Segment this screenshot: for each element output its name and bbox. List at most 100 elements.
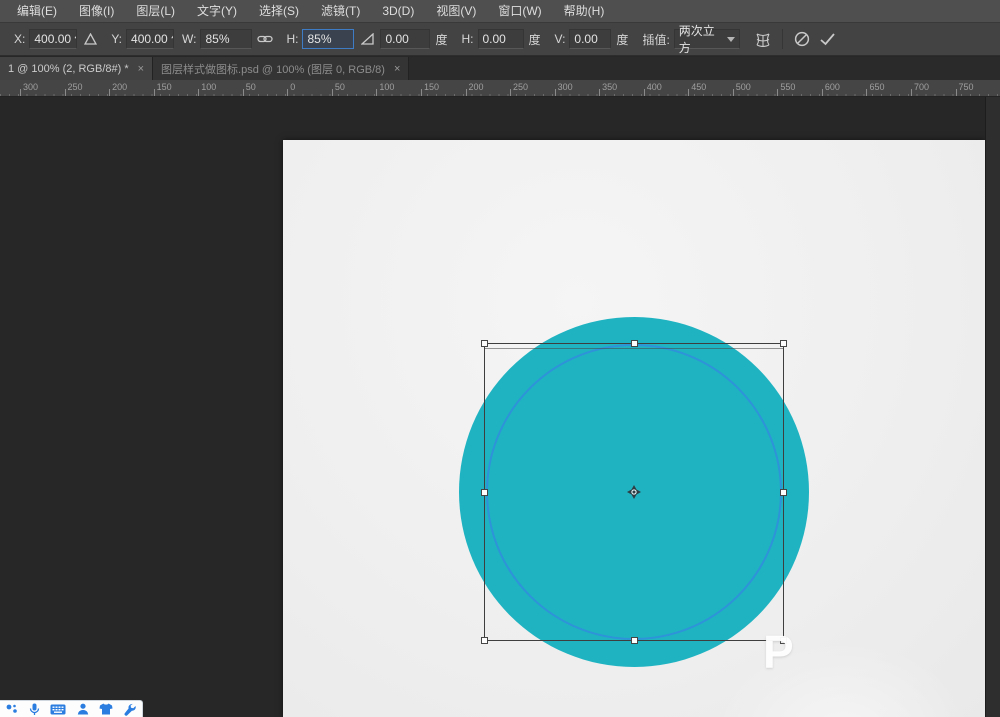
- ruler-label: 300: [558, 82, 573, 92]
- commit-transform-button[interactable]: [817, 28, 839, 50]
- ruler-major-tick: [688, 89, 689, 96]
- ruler-major-tick: [644, 89, 645, 96]
- ruler-major-tick: [599, 89, 600, 96]
- transform-handle-top-right[interactable]: [780, 340, 787, 347]
- menu-item-3d[interactable]: 3D(D): [371, 0, 425, 22]
- menu-item-filter[interactable]: 滤镜(T): [310, 0, 371, 22]
- ruler-major-tick: [466, 89, 467, 96]
- width-label: W:: [182, 32, 196, 46]
- ruler-major-tick: [911, 89, 912, 96]
- ruler-label: 50: [246, 82, 256, 92]
- ruler-label: 100: [379, 82, 394, 92]
- ime-toolbar: [0, 700, 143, 717]
- ruler-major-tick: [421, 89, 422, 96]
- menu-item-image[interactable]: 图像(I): [68, 0, 125, 22]
- chain-link-icon: [257, 34, 273, 44]
- ruler-label: 650: [869, 82, 884, 92]
- menu-item-layer[interactable]: 图层(L): [125, 0, 186, 22]
- y-label: Y:: [111, 32, 122, 46]
- wrench-settings-icon[interactable]: [124, 703, 136, 716]
- v-skew-unit: 度: [616, 31, 628, 48]
- watermark-blob: [713, 640, 973, 717]
- cancel-transform-button[interactable]: [791, 28, 813, 50]
- document-tab-title: 图层样式做图标.psd @ 100% (图层 0, RGB/8): [161, 61, 385, 77]
- x-label: X:: [14, 32, 25, 46]
- ruler-major-tick: [332, 89, 333, 96]
- document-tab-active[interactable]: 1 @ 100% (2, RGB/8#) * ×: [0, 57, 153, 80]
- link-aspect-ratio-button[interactable]: [254, 28, 276, 50]
- ruler-label: 300: [23, 82, 38, 92]
- ruler-label: 350: [602, 82, 617, 92]
- y-position-field[interactable]: 400.00 像素: [126, 29, 174, 49]
- v-skew-label: V:: [555, 32, 566, 46]
- relative-position-toggle[interactable]: [79, 28, 101, 50]
- ruler-label: 200: [469, 82, 484, 92]
- ruler-major-tick: [109, 89, 110, 96]
- ruler-label: 600: [825, 82, 840, 92]
- document-tab-title: 1 @ 100% (2, RGB/8#) *: [8, 63, 129, 75]
- keyboard-icon[interactable]: [50, 704, 66, 715]
- menu-item-edit[interactable]: 编辑(E): [6, 0, 68, 22]
- ruler-major-tick: [287, 89, 288, 96]
- ruler-major-tick: [65, 89, 66, 96]
- transform-handle-top-middle[interactable]: [631, 340, 638, 347]
- tab-close-icon[interactable]: ×: [138, 63, 144, 75]
- x-position-field[interactable]: 400.00 像素: [29, 29, 77, 49]
- menu-item-help[interactable]: 帮助(H): [553, 0, 616, 22]
- user-icon[interactable]: [77, 703, 89, 715]
- menu-item-select[interactable]: 选择(S): [248, 0, 310, 22]
- transform-handle-bottom-middle[interactable]: [631, 637, 638, 644]
- h-skew-unit: 度: [529, 31, 541, 48]
- rotate-icon: [356, 28, 378, 50]
- transform-handle-middle-right[interactable]: [780, 489, 787, 496]
- reference-point-icon: [627, 485, 641, 499]
- transform-reference-point[interactable]: [627, 485, 641, 499]
- tab-close-icon[interactable]: ×: [394, 63, 400, 75]
- ruler-major-tick: [866, 89, 867, 96]
- bounding-box-inner-line: [485, 348, 783, 349]
- width-scale-field[interactable]: 85%: [200, 29, 252, 49]
- ruler-label: 250: [513, 82, 528, 92]
- interpolation-value: 两次立方: [679, 22, 724, 56]
- ruler-label: 400: [647, 82, 662, 92]
- transform-handle-middle-left[interactable]: [481, 489, 488, 496]
- v-skew-field[interactable]: 0.00: [569, 29, 611, 49]
- site-watermark: P: [763, 625, 794, 679]
- warp-grid-icon: [755, 32, 771, 47]
- transform-options-bar: X: 400.00 像素 Y: 400.00 像素 W: 85% H: 85% …: [0, 23, 1000, 56]
- interpolation-dropdown[interactable]: 两次立方: [674, 29, 740, 49]
- horizontal-ruler[interactable]: 3002502001501005005010015020025030035040…: [0, 80, 1000, 97]
- menu-bar: 编辑(E) 图像(I) 图层(L) 文字(Y) 选择(S) 滤镜(T) 3D(D…: [0, 0, 1000, 23]
- ruler-label: 100: [201, 82, 216, 92]
- document-tab-inactive[interactable]: 图层样式做图标.psd @ 100% (图层 0, RGB/8) ×: [153, 57, 409, 80]
- ruler-label: 250: [68, 82, 83, 92]
- ime-logo-icon[interactable]: [6, 703, 18, 715]
- commit-check-icon: [819, 32, 836, 46]
- h-skew-field[interactable]: 0.00: [478, 29, 524, 49]
- menu-item-view[interactable]: 视图(V): [425, 0, 487, 22]
- ruler-major-tick: [376, 89, 377, 96]
- options-separator: [782, 29, 783, 49]
- menu-item-window[interactable]: 窗口(W): [487, 0, 552, 22]
- angle-icon: [361, 33, 374, 45]
- ruler-label: 150: [157, 82, 172, 92]
- ruler-label: 500: [736, 82, 751, 92]
- height-scale-field[interactable]: 85%: [302, 29, 354, 49]
- h-skew-label: H:: [462, 32, 474, 46]
- ruler-major-tick: [733, 89, 734, 96]
- rotation-field[interactable]: 0.00: [380, 29, 430, 49]
- menu-item-type[interactable]: 文字(Y): [186, 0, 248, 22]
- transform-handle-bottom-left[interactable]: [481, 637, 488, 644]
- ruler-major-tick: [243, 89, 244, 96]
- ruler-label: 450: [691, 82, 706, 92]
- ruler-major-tick: [956, 89, 957, 96]
- microphone-icon[interactable]: [29, 703, 40, 716]
- document-tab-bar: 1 @ 100% (2, RGB/8#) * × 图层样式做图标.psd @ 1…: [0, 57, 1000, 80]
- chevron-down-icon: [727, 37, 735, 42]
- transform-handle-top-left[interactable]: [481, 340, 488, 347]
- ruler-major-tick: [555, 89, 556, 96]
- ruler-label: 550: [780, 82, 795, 92]
- photoshop-window: 编辑(E) 图像(I) 图层(L) 文字(Y) 选择(S) 滤镜(T) 3D(D…: [0, 0, 1000, 717]
- warp-mode-toggle-button[interactable]: [752, 28, 774, 50]
- skin-shirt-icon[interactable]: [99, 703, 113, 715]
